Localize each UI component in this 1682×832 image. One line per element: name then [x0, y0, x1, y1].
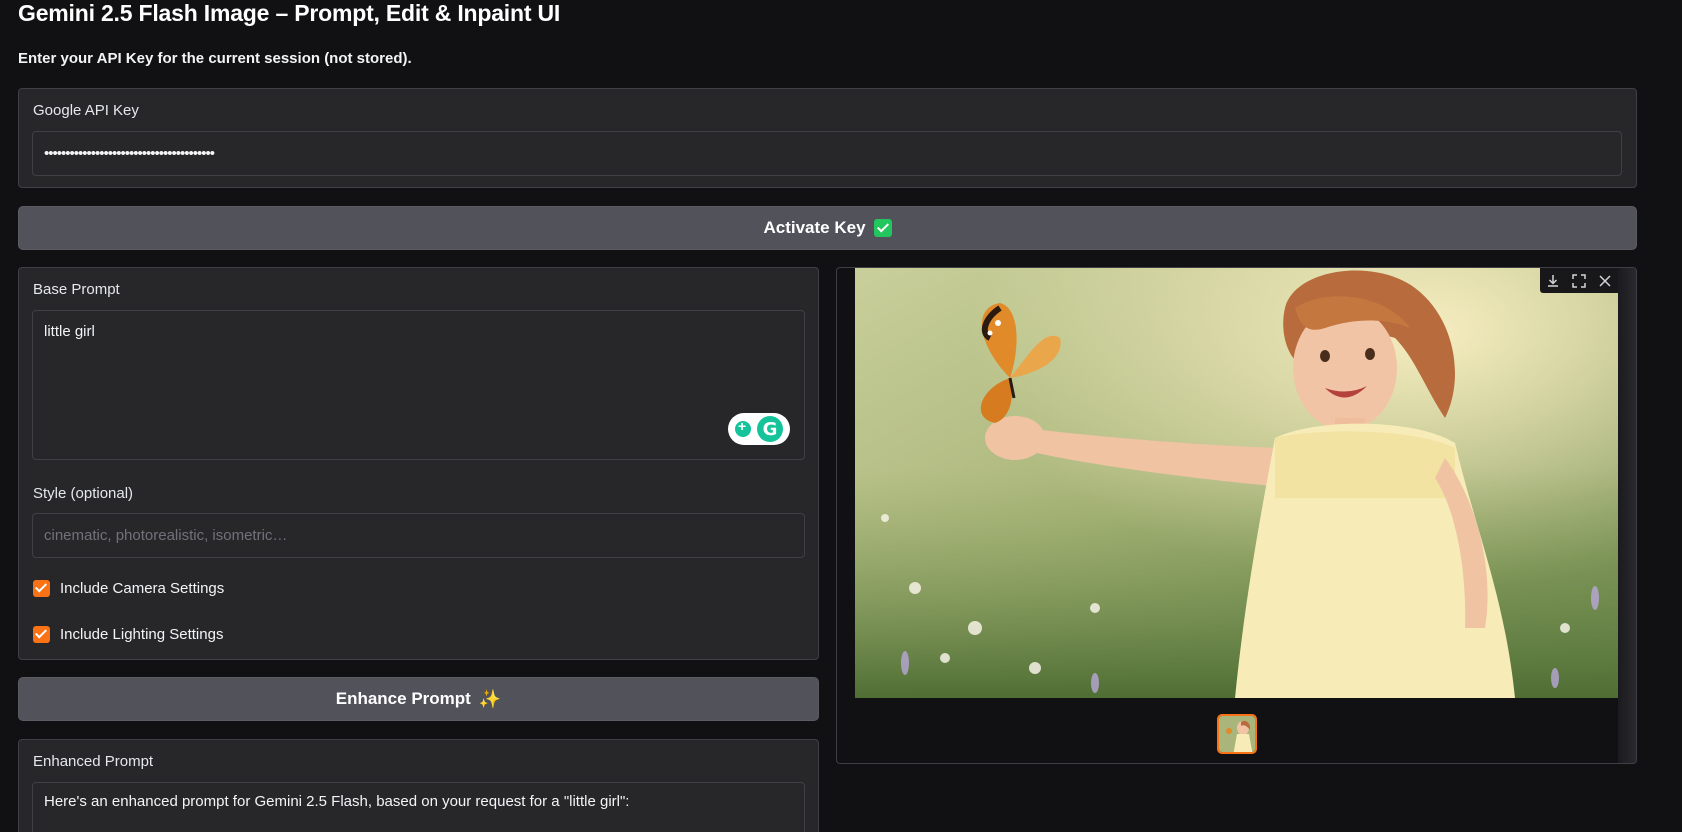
app-page: Gemini 2.5 Flash Image – Prompt, Edit & … — [0, 0, 1682, 832]
enhance-prompt-button[interactable]: Enhance Prompt ✨ — [18, 677, 819, 721]
base-prompt-value: little girl — [44, 323, 95, 340]
enhanced-prompt-textarea[interactable]: Here's an enhanced prompt for Gemini 2.5… — [32, 782, 805, 832]
style-label: Style (optional) — [33, 485, 134, 502]
enhance-prompt-label: Enhance Prompt — [335, 689, 471, 708]
sparkles-icon: ✨ — [478, 688, 502, 709]
download-icon[interactable] — [1544, 272, 1562, 290]
api-key-label: Google API Key — [33, 102, 139, 119]
lighting-settings-label: Include Lighting Settings — [60, 626, 224, 643]
girl-with-butterfly-image — [855, 268, 1618, 698]
api-key-input[interactable]: •••••••••••••••••••••••••••••••••••••••• — [32, 131, 1622, 176]
image-thumbnail[interactable] — [1217, 714, 1257, 754]
fullscreen-icon[interactable] — [1570, 272, 1588, 290]
activate-key-label: Activate Key — [763, 218, 866, 237]
close-icon[interactable] — [1596, 272, 1614, 290]
enhanced-prompt-label: Enhanced Prompt — [33, 753, 154, 770]
base-prompt-label: Base Prompt — [33, 281, 120, 298]
enhanced-prompt-panel: Enhanced Prompt Here's an enhanced promp… — [18, 739, 819, 832]
camera-settings-label: Include Camera Settings — [60, 580, 225, 597]
activate-key-button[interactable]: Activate Key — [18, 206, 1637, 250]
camera-settings-checkbox[interactable] — [33, 580, 50, 597]
generated-image[interactable] — [855, 268, 1618, 698]
page-subtitle: Enter your API Key for the current sessi… — [18, 50, 412, 67]
lightbulb-icon[interactable] — [735, 418, 751, 437]
lighting-settings-checkbox[interactable] — [33, 626, 50, 643]
style-input[interactable] — [32, 513, 805, 558]
grammarly-icon[interactable]: G — [757, 416, 783, 442]
base-prompt-textarea[interactable]: little girl G — [32, 310, 805, 460]
lighting-settings-option[interactable]: Include Lighting Settings — [33, 626, 223, 643]
image-toolbar — [1540, 268, 1618, 293]
image-scroll-edge — [1618, 268, 1636, 763]
prompt-panel: Base Prompt little girl G Style (optiona… — [18, 267, 819, 660]
page-title: Gemini 2.5 Flash Image – Prompt, Edit & … — [18, 0, 561, 26]
thumbnail-image — [1219, 716, 1255, 752]
image-gallery-panel — [836, 267, 1637, 764]
check-mark-icon — [873, 219, 892, 237]
grammarly-widget[interactable]: G — [728, 413, 790, 445]
enhanced-prompt-value: Here's an enhanced prompt for Gemini 2.5… — [44, 793, 630, 810]
api-key-panel: Google API Key •••••••••••••••••••••••••… — [18, 88, 1637, 188]
camera-settings-option[interactable]: Include Camera Settings — [33, 580, 224, 597]
